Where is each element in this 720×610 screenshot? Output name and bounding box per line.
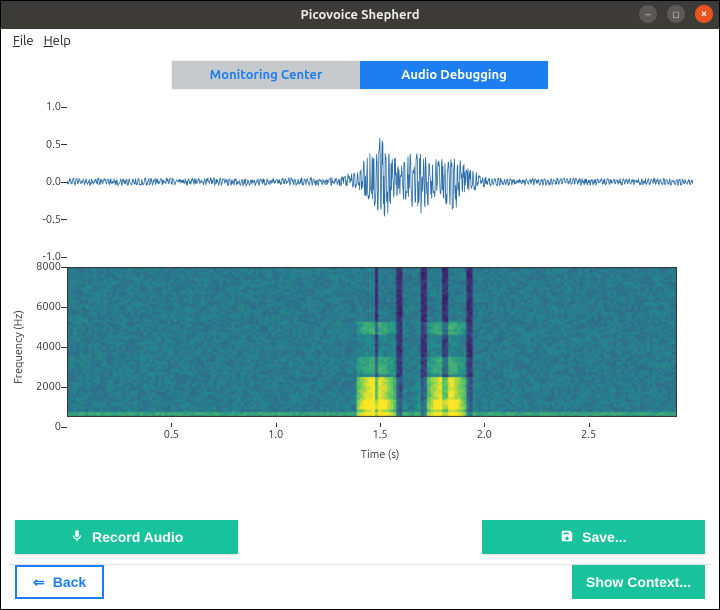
maximize-button[interactable]: ▢ xyxy=(667,5,685,23)
time-axis-tick: 2.5 xyxy=(581,429,596,441)
time-axis-label: Time (s) xyxy=(67,449,693,461)
time-axis-tick: 1.5 xyxy=(372,429,387,441)
menu-help[interactable]: Help xyxy=(42,32,73,50)
menu-file[interactable]: File xyxy=(11,32,36,50)
time-axis-tick: 0.5 xyxy=(164,429,179,441)
time-axis: Time (s) 0.5 1.0 1.5 2.0 2.5 xyxy=(67,427,693,461)
close-icon: × xyxy=(701,8,707,20)
microphone-icon xyxy=(70,529,84,546)
record-audio-label: Record Audio xyxy=(92,529,183,545)
action-buttons: Record Audio Save... xyxy=(9,514,711,564)
spectrogram-ytick: 6000 xyxy=(23,301,61,313)
back-label: Back xyxy=(53,574,86,590)
tabs: Monitoring Center Audio Debugging xyxy=(9,61,711,89)
spectrogram-ytick: 4000 xyxy=(23,341,61,353)
window-controls: – ▢ × xyxy=(639,5,713,23)
save-label: Save... xyxy=(582,529,626,545)
tab-monitoring[interactable]: Monitoring Center xyxy=(172,61,360,89)
minimize-button[interactable]: – xyxy=(639,5,657,23)
maximize-icon: ▢ xyxy=(672,10,680,19)
bottom-bar: ⇐ Back Show Context... xyxy=(9,564,711,601)
plots-panel: -1.0-0.50.00.51.0 Frequency (Hz) 0200040… xyxy=(9,101,711,514)
show-context-button[interactable]: Show Context... xyxy=(572,565,705,599)
spectrogram-ytick: 2000 xyxy=(23,381,61,393)
waveform-ytick: 0.0 xyxy=(23,176,61,188)
app-window: Picovoice Shepherd – ▢ × File Help Monit… xyxy=(0,0,720,610)
menubar: File Help xyxy=(1,29,719,53)
minimize-icon: – xyxy=(646,9,651,20)
arrow-left-icon: ⇐ xyxy=(33,574,45,591)
spectrogram-ytick: 0 xyxy=(23,421,61,433)
save-button[interactable]: Save... xyxy=(482,520,705,554)
time-axis-tick: 2.0 xyxy=(477,429,492,441)
close-button[interactable]: × xyxy=(695,5,713,23)
time-axis-tick: 1.0 xyxy=(268,429,283,441)
window-title: Picovoice Shepherd xyxy=(301,8,420,22)
spectrogram-plot: Frequency (Hz) 02000400060008000 xyxy=(67,267,693,427)
waveform-plot: -1.0-0.50.00.51.0 xyxy=(67,107,693,257)
waveform-ytick: 0.5 xyxy=(23,139,61,151)
content-area: Monitoring Center Audio Debugging -1.0-0… xyxy=(1,53,719,609)
waveform-ytick: 1.0 xyxy=(23,101,61,113)
show-context-label: Show Context... xyxy=(586,574,691,590)
titlebar: Picovoice Shepherd – ▢ × xyxy=(1,1,719,29)
waveform-canvas xyxy=(67,107,693,257)
record-audio-button[interactable]: Record Audio xyxy=(15,520,238,554)
tab-debugging[interactable]: Audio Debugging xyxy=(360,61,548,89)
waveform-ytick: -0.5 xyxy=(23,214,61,226)
spectrogram-ytick: 8000 xyxy=(23,261,61,273)
spectrogram-canvas xyxy=(67,267,677,417)
save-icon xyxy=(560,529,574,546)
back-button[interactable]: ⇐ Back xyxy=(15,565,104,599)
